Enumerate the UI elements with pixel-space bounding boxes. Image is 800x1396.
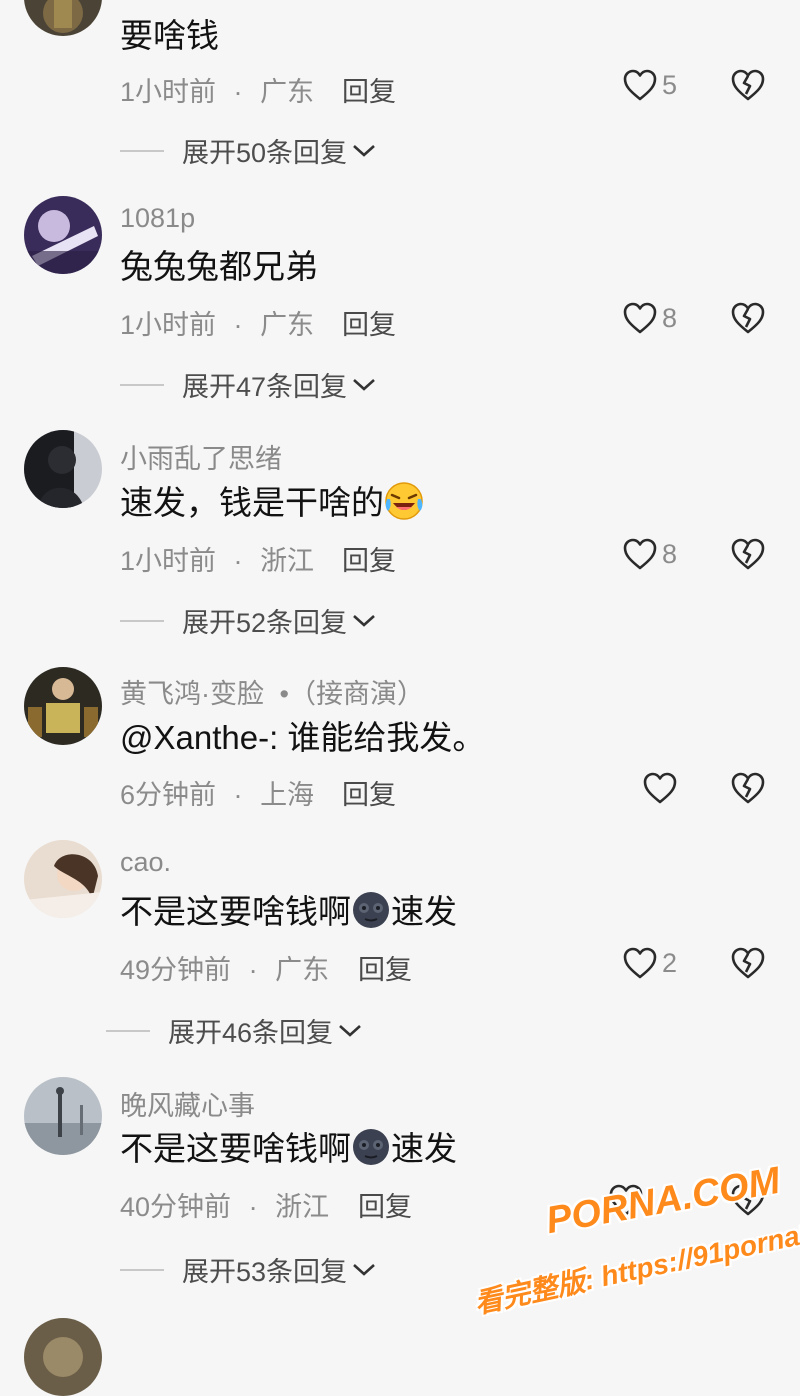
new-moon-face-emoji-icon [353, 892, 389, 928]
comment-time: 49分钟前 [120, 955, 232, 985]
comment-meta: 1小时前 · 广东 [120, 77, 315, 107]
like-button[interactable]: 5 [622, 68, 677, 102]
comment-meta: 1小时前 · 广东 [120, 310, 315, 340]
divider-line [106, 1029, 150, 1032]
avatar[interactable] [24, 1318, 102, 1396]
username[interactable]: 1081p [120, 203, 195, 234]
expand-replies[interactable]: 展开52条回复 [120, 601, 377, 640]
username[interactable]: 晚风藏心事 [120, 1084, 255, 1123]
comment-time: 40分钟前 [120, 1192, 232, 1222]
chevron-down-icon [353, 378, 375, 391]
reply-button[interactable]: 回复 [342, 303, 396, 342]
expand-replies-label: 展开50条回复 [182, 138, 348, 168]
chevron-down-icon [339, 1024, 361, 1037]
comment-meta: 1小时前 · 浙江 [120, 546, 315, 576]
username-suffix: •（接商演） [279, 679, 424, 709]
divider-line [120, 149, 164, 152]
like-count: 8 [662, 302, 678, 333]
reply-button[interactable]: 回复 [342, 70, 396, 109]
comment-text: 兔兔兔都兄弟 [120, 248, 318, 285]
dislike-button[interactable] [730, 301, 766, 335]
comment-meta: 49分钟前 · 广东 [120, 955, 330, 985]
like-count: 8 [662, 538, 678, 569]
expand-replies-label: 展开46条回复 [168, 1018, 334, 1048]
new-moon-face-emoji-icon [353, 1129, 389, 1165]
comment-text: @Xanthe-: 谁能给我发。 [120, 719, 486, 756]
broken-heart-icon [731, 538, 765, 570]
divider-line [120, 619, 164, 622]
username[interactable]: cao. [120, 847, 171, 878]
comment-location: 浙江 [260, 546, 315, 576]
heart-icon [643, 772, 677, 804]
expand-replies[interactable]: 展开47条回复 [120, 365, 377, 404]
comment-location: 广东 [260, 77, 315, 107]
like-button[interactable]: 2 [622, 946, 677, 980]
dislike-button[interactable] [730, 946, 766, 980]
dislike-button[interactable] [730, 1183, 766, 1217]
heart-icon [623, 69, 657, 101]
expand-replies[interactable]: 展开50条回复 [120, 131, 377, 170]
comment-meta: 40分钟前 · 浙江 [120, 1192, 330, 1222]
comment-text: 要啥钱 [120, 17, 219, 54]
avatar[interactable] [24, 667, 102, 745]
avatar[interactable] [24, 1077, 102, 1155]
expand-replies-label: 展开47条回复 [182, 372, 348, 402]
comment-time: 6分钟前 [120, 780, 217, 810]
expand-replies-label: 展开52条回复 [182, 608, 348, 638]
avatar[interactable] [24, 0, 102, 36]
reply-button[interactable]: 回复 [342, 539, 396, 578]
heart-icon [609, 1184, 643, 1216]
username[interactable]: 小雨乱了思绪 [120, 437, 282, 476]
chevron-down-icon [353, 1263, 375, 1276]
comment-location: 上海 [260, 780, 315, 810]
broken-heart-icon [731, 947, 765, 979]
comment-location: 广东 [260, 310, 315, 340]
comment-meta: 6分钟前 · 上海 [120, 780, 315, 810]
comment-text: 速发，钱是干啥的 [120, 481, 424, 523]
comment-location: 浙江 [275, 1192, 330, 1222]
chevron-down-icon [353, 144, 375, 157]
heart-icon [623, 538, 657, 570]
expand-replies[interactable]: 展开46条回复 [106, 1011, 363, 1050]
broken-heart-icon [731, 302, 765, 334]
dislike-button[interactable] [730, 771, 766, 805]
like-button[interactable]: 8 [622, 537, 677, 571]
expand-replies-label: 展开53条回复 [182, 1257, 348, 1287]
avatar[interactable] [24, 430, 102, 508]
like-count: 5 [662, 69, 678, 100]
like-count: 2 [662, 947, 678, 978]
reply-button[interactable]: 回复 [358, 948, 412, 987]
comment-text: 不是这要啥钱啊 速发 [120, 890, 457, 932]
reply-button[interactable]: 回复 [342, 773, 396, 812]
like-button[interactable] [608, 1183, 644, 1217]
like-button[interactable] [642, 771, 678, 805]
broken-heart-icon [731, 1184, 765, 1216]
username[interactable]: 黄飞鸿·变脸 •（接商演） [120, 672, 424, 711]
heart-icon [623, 947, 657, 979]
dislike-button[interactable] [730, 68, 766, 102]
like-button[interactable]: 8 [622, 301, 677, 335]
broken-heart-icon [731, 69, 765, 101]
comment-location: 广东 [275, 955, 330, 985]
reply-button[interactable]: 回复 [358, 1185, 412, 1224]
broken-heart-icon [731, 772, 765, 804]
heart-icon [623, 302, 657, 334]
chevron-down-icon [353, 614, 375, 627]
divider-line [120, 1268, 164, 1271]
avatar[interactable] [24, 840, 102, 918]
comment-time: 1小时前 [120, 546, 217, 576]
comment-text: 不是这要啥钱啊 速发 [120, 1127, 457, 1169]
expand-replies[interactable]: 展开53条回复 [120, 1250, 377, 1289]
laughing-crying-emoji-icon [385, 482, 423, 520]
avatar[interactable] [24, 196, 102, 274]
divider-line [120, 383, 164, 386]
dislike-button[interactable] [730, 537, 766, 571]
comment-time: 1小时前 [120, 310, 217, 340]
comment-time: 1小时前 [120, 77, 217, 107]
